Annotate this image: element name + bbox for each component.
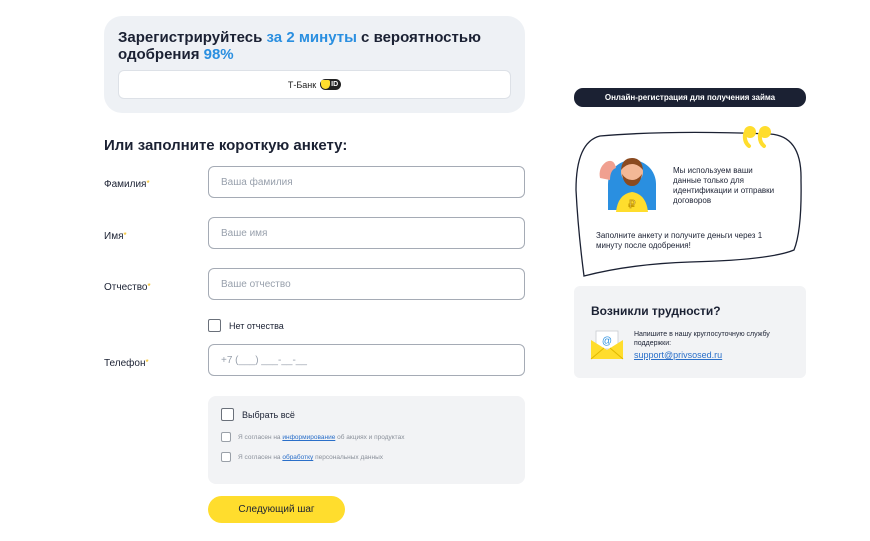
no-patronymic-checkbox[interactable] — [208, 319, 221, 332]
consent-data-checkbox[interactable] — [221, 452, 231, 462]
surname-label-text: Фамилия — [104, 179, 147, 190]
support-text: Напишите в нашу круглосуточную службу по… — [634, 331, 770, 347]
name-label-text: Имя — [104, 231, 124, 242]
promo-highlight-percent: 98% — [203, 46, 234, 63]
tbank-label: Т-Банк — [287, 79, 317, 90]
select-all-label: Выбрать всё — [242, 410, 295, 420]
phone-label-text: Телефон — [104, 358, 146, 369]
support-email-link[interactable]: support@privsosed.ru — [634, 350, 722, 360]
fill-form-note: Заполните анкету и получите деньги через… — [596, 231, 763, 250]
tid-shield-icon — [321, 80, 331, 89]
promo-title-text: Зарегистрируйтесь — [118, 29, 267, 46]
consent-data-post: персональных данных — [313, 454, 383, 461]
tbank-id-button[interactable]: Т-Банк ID — [118, 70, 511, 99]
avatar-icon: ₽ — [599, 158, 656, 212]
surname-input[interactable] — [208, 166, 525, 198]
name-input[interactable] — [208, 217, 525, 249]
promo-card: Зарегистрируйтесь за 2 минуты с вероятно… — [104, 16, 525, 113]
envelope-icon: @ — [590, 330, 624, 360]
required-mark: * — [147, 282, 151, 291]
consent-marketing-checkbox[interactable] — [221, 432, 231, 442]
consent-marketing-post: об акциях и продуктах — [335, 434, 405, 441]
tid-badge: ID — [320, 79, 342, 90]
consent-data-pre: Я согласен на — [238, 454, 283, 461]
required-mark: * — [146, 179, 150, 188]
patronymic-label-text: Отчество — [104, 282, 148, 293]
support-card: Возникли трудности? @ Напишите в нашу кр… — [574, 286, 806, 378]
patronymic-label: Отчество* — [104, 282, 151, 293]
phone-label: Телефон* — [104, 358, 149, 369]
consent-data-label: Я согласен на обработку персональных дан… — [238, 454, 383, 461]
surname-label: Фамилия* — [104, 179, 150, 190]
name-label: Имя* — [104, 231, 127, 242]
quote-icon — [742, 126, 771, 148]
patronymic-input[interactable] — [208, 268, 525, 300]
consent-block: Выбрать всё Я согласен на информирование… — [208, 396, 525, 484]
required-mark: * — [123, 231, 127, 240]
consent-marketing-pre: Я согласен на — [238, 434, 283, 441]
form-title: Или заполните короткую анкету: — [104, 137, 348, 154]
consent-marketing-label: Я согласен на информирование об акциях и… — [238, 434, 404, 441]
tid-label: ID — [331, 81, 339, 88]
online-registration-badge: Онлайн-регистрация для получения займа — [574, 88, 806, 107]
consent-marketing-link[interactable]: информирование — [282, 434, 335, 441]
next-step-button[interactable]: Следующий шаг — [208, 496, 345, 523]
at-sign-icon: @ — [602, 336, 612, 347]
required-mark: * — [145, 358, 149, 367]
ruble-icon: ₽ — [629, 199, 636, 211]
consent-data-link[interactable]: обработку — [282, 454, 313, 461]
promo-highlight-time: за 2 минуты — [266, 29, 357, 46]
phone-input[interactable] — [208, 344, 525, 376]
privacy-note: Мы используем ваши данные только для иде… — [673, 166, 775, 205]
support-title: Возникли трудности? — [591, 304, 721, 318]
select-all-checkbox[interactable] — [221, 408, 234, 421]
no-patronymic-label: Нет отчества — [229, 321, 284, 331]
promo-title: Зарегистрируйтесь за 2 минуты с вероятно… — [118, 29, 498, 63]
